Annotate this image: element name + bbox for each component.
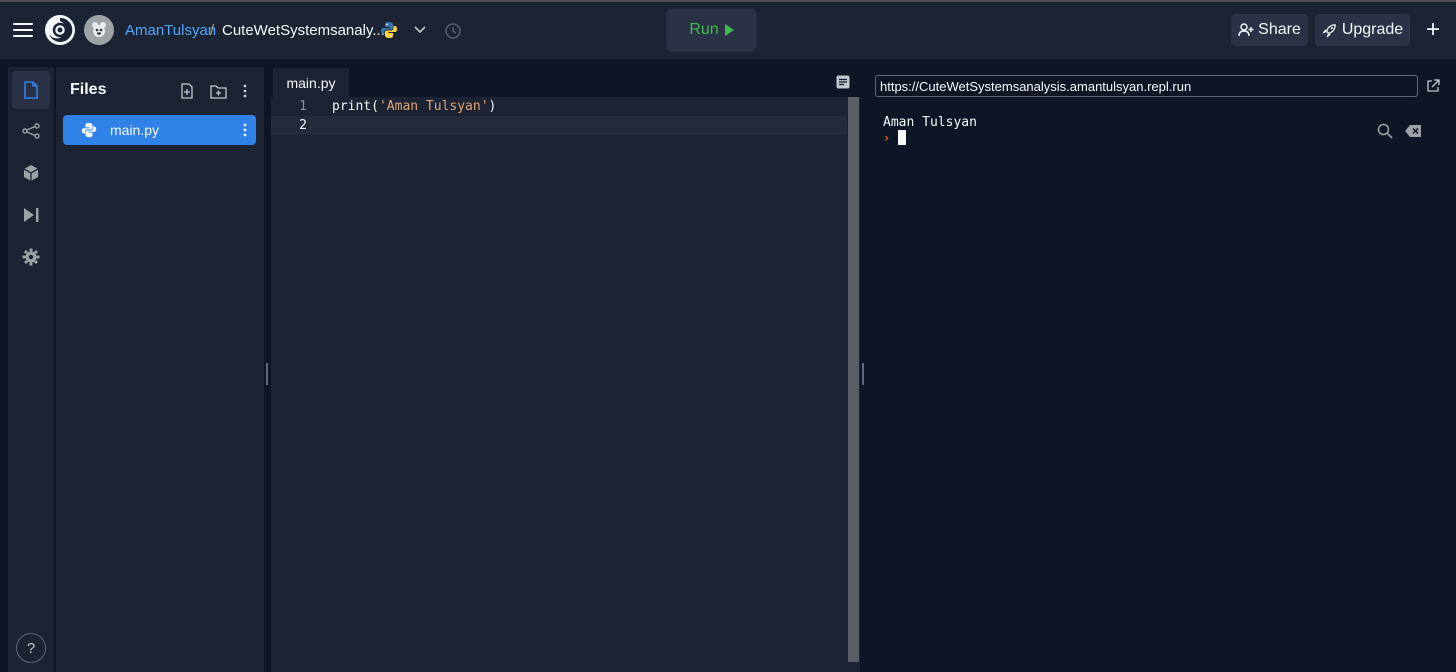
- add-folder-icon[interactable]: [206, 79, 230, 103]
- editor-tab-bar: main.py: [271, 67, 860, 97]
- run-button[interactable]: Run: [666, 8, 757, 52]
- files-more-options-icon[interactable]: [233, 79, 257, 103]
- help-button[interactable]: ?: [16, 633, 46, 663]
- rocket-icon: [1322, 23, 1336, 38]
- new-repl-button[interactable]: +: [1420, 15, 1446, 45]
- webview-url-field[interactable]: [875, 75, 1418, 97]
- tab-main-py[interactable]: main.py: [273, 68, 349, 97]
- files-tab-button[interactable]: [12, 71, 50, 109]
- line-number: 2: [299, 118, 307, 133]
- add-person-icon: [1238, 23, 1254, 37]
- settings-icon: [22, 248, 40, 266]
- console-output: Aman Tulsyan: [883, 115, 977, 130]
- version-control-icon: [22, 123, 40, 139]
- python-language-icon: [380, 21, 398, 39]
- line-number: 1: [299, 99, 307, 114]
- packages-icon: [23, 165, 39, 181]
- hamburger-line: [13, 23, 33, 25]
- upgrade-button[interactable]: Upgrade: [1315, 14, 1410, 46]
- share-button[interactable]: Share: [1231, 14, 1308, 46]
- files-icon: [24, 81, 38, 99]
- chevron-down-icon[interactable]: [410, 21, 430, 39]
- pane-resize-handle[interactable]: [862, 363, 864, 385]
- file-more-options-icon[interactable]: [239, 121, 251, 139]
- run-label: Run: [689, 21, 719, 38]
- open-in-new-tab-icon[interactable]: [1424, 77, 1442, 95]
- history-icon[interactable]: [443, 21, 463, 41]
- editor-scrollbar[interactable]: [847, 97, 860, 672]
- top-bar: AmanTulsyan / CuteWetSystemsanaly... Run…: [0, 0, 1456, 60]
- hamburger-line: [13, 35, 33, 37]
- version-control-tab-button[interactable]: [12, 112, 50, 150]
- repl-name[interactable]: CuteWetSystemsanaly...: [222, 20, 385, 40]
- code-editor: main.py 1 print('Aman Tulsyan') 2: [271, 67, 860, 672]
- settings-tab-button[interactable]: [12, 238, 50, 276]
- activity-bar: ?: [8, 67, 54, 672]
- upgrade-label: Upgrade: [1341, 21, 1404, 38]
- share-label: Share: [1258, 21, 1301, 38]
- console-cursor[interactable]: [898, 130, 906, 145]
- play-icon: [724, 24, 734, 36]
- code-line: 1 print('Aman Tulsyan'): [271, 97, 847, 116]
- console-pane: Aman Tulsyan ›: [866, 67, 1456, 672]
- editor-options-icon[interactable]: [833, 73, 853, 91]
- breadcrumb-separator: /: [210, 21, 215, 39]
- code-area[interactable]: 1 print('Aman Tulsyan') 2: [271, 97, 847, 672]
- packages-tab-button[interactable]: [12, 154, 50, 192]
- hamburger-menu-button[interactable]: [8, 16, 38, 44]
- files-pane: Files main.py: [56, 67, 264, 672]
- file-item-main-py[interactable]: main.py: [63, 115, 256, 145]
- debugger-icon: [24, 208, 39, 222]
- files-title: Files: [70, 81, 107, 98]
- scrollbar-thumb[interactable]: [848, 97, 859, 662]
- hamburger-line: [13, 29, 33, 31]
- file-name: main.py: [110, 122, 160, 138]
- console-prompt: ›: [883, 131, 891, 145]
- search-icon[interactable]: [1375, 121, 1395, 141]
- code-line-active: 2: [271, 116, 847, 135]
- add-file-icon[interactable]: [175, 79, 199, 103]
- python-icon: [81, 122, 97, 138]
- owner-link[interactable]: AmanTulsyan: [125, 20, 216, 40]
- user-avatar[interactable]: [84, 15, 114, 45]
- clear-console-icon[interactable]: [1402, 122, 1424, 140]
- debugger-tab-button[interactable]: [12, 196, 50, 234]
- pane-resize-handle[interactable]: [266, 363, 268, 385]
- line-content: print('Aman Tulsyan'): [332, 99, 497, 114]
- replit-logo-icon[interactable]: [44, 14, 76, 46]
